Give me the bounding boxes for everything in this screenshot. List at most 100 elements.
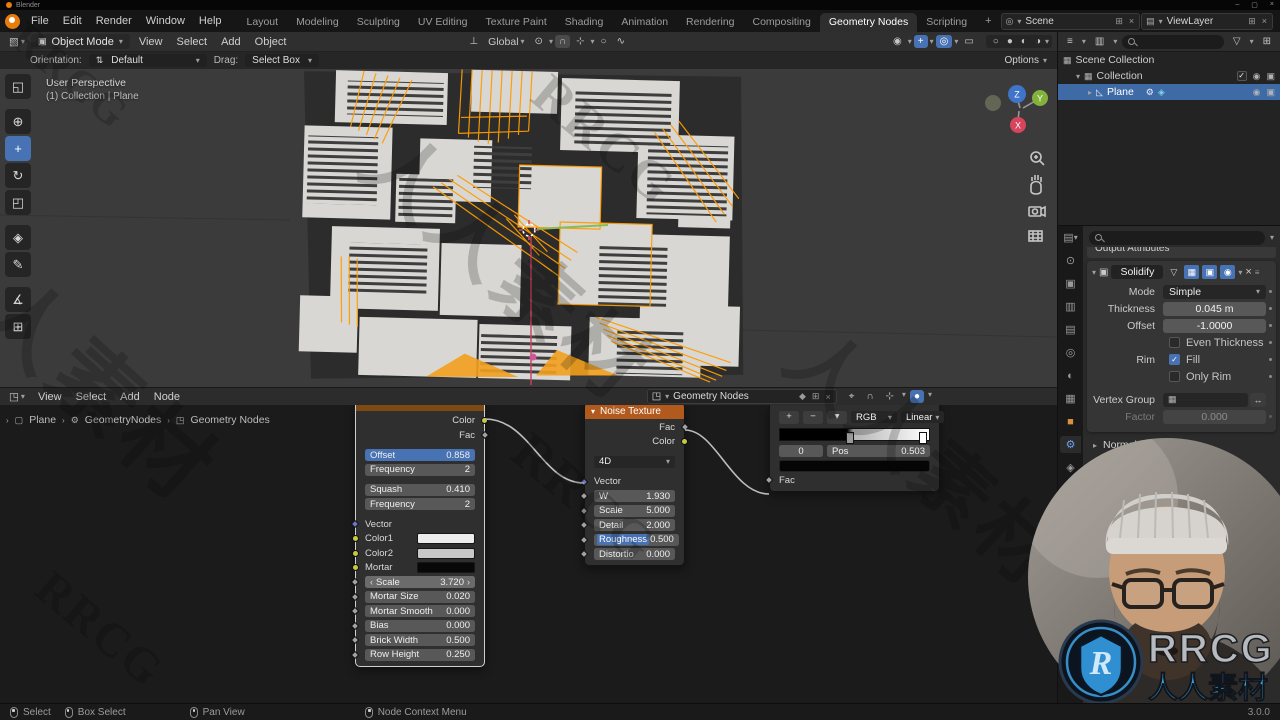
menu-item[interactable]: Edit [56, 13, 89, 29]
proportional-editing-icon[interactable]: ○ [597, 35, 611, 48]
filter-type-icon[interactable]: ▥ [1091, 35, 1108, 48]
object-visibility-icon[interactable]: ◉ [889, 35, 906, 48]
only-rim-checkbox[interactable] [1169, 371, 1180, 382]
frequency-field[interactable]: Frequency 2 [365, 463, 475, 476]
unlink-nodetree-icon[interactable]: × [824, 392, 831, 402]
3d-viewport[interactable]: User Perspective (1) Collection | Plane … [0, 69, 1057, 387]
orientation-dropdown[interactable]: ⇅ Default ▾ [88, 54, 207, 67]
menu-item[interactable]: Window [139, 13, 192, 29]
brick-texture-node[interactable]: Color Fac Offset 0.858 Frequency 2 Squash 0… [350, 405, 490, 667]
invert-vertex-group-icon[interactable]: ↔ [1250, 392, 1266, 407]
navigation-gizmo[interactable]: Z Y X [973, 81, 1053, 251]
socket-color1-input[interactable] [352, 535, 359, 542]
socket-value-input[interactable] [350, 621, 360, 630]
show-in-viewport-icon[interactable]: ▣ [1202, 265, 1218, 279]
workspace-tab[interactable]: Geometry Nodes [819, 13, 918, 32]
snap-magnet-icon[interactable]: ∩ [862, 390, 877, 403]
ramp-stop-black[interactable] [845, 431, 854, 444]
noise-node-header[interactable]: ▾ Noise Texture [585, 405, 684, 419]
transform-orientation-dropdown[interactable]: Global ▾ [484, 35, 528, 49]
close-button[interactable]: × [1270, 1, 1274, 9]
menu-item[interactable]: Select [69, 389, 114, 405]
camera-view-icon[interactable] [1028, 205, 1046, 218]
socket-distortion-input[interactable] [579, 549, 589, 559]
socket-scale-input[interactable] [350, 577, 360, 587]
even-thickness-checkbox[interactable] [1169, 337, 1180, 348]
fake-user-icon[interactable]: ◆ [798, 391, 807, 402]
new-scene-icon[interactable]: ⊞ [1114, 16, 1124, 27]
blender-logo-icon[interactable] [5, 13, 20, 29]
socket-vector-input[interactable] [579, 477, 589, 486]
tool-measure[interactable]: ∡ [5, 287, 31, 312]
frequency-field[interactable]: Frequency 2 [365, 498, 475, 510]
overlays-icon[interactable]: ⊹ [882, 390, 898, 403]
show-overlays-icon[interactable]: ◎ [935, 35, 953, 48]
stop-position-slider[interactable]: Pos 0.503 [827, 445, 930, 457]
tab-world[interactable]: ◐ [1060, 367, 1081, 384]
ramp-options-button[interactable]: ▾ [827, 410, 847, 424]
gizmo-minus-x-handle[interactable] [985, 95, 1001, 111]
socket-color-output[interactable] [481, 417, 488, 424]
color2-swatch[interactable] [417, 547, 475, 559]
mode-dropdown[interactable]: ▣ Object Mode ▾ [30, 34, 130, 49]
workspace-tab[interactable]: Compositing [744, 13, 820, 32]
tool-annotate[interactable]: ✎ [5, 252, 31, 277]
ortho-grid-icon[interactable] [1028, 230, 1043, 242]
scale-slider[interactable]: ‹ Scale 3.720 › [365, 576, 475, 588]
value-slider[interactable]: Bias 0.000 [365, 619, 475, 632]
editor-type-button[interactable]: ▧ ▾ [5, 35, 29, 49]
viewlayer-selector[interactable]: ▤ ▾ ViewLayer ⊞ × [1141, 12, 1273, 30]
distortion-slider[interactable]: Distortio 0.000 [594, 548, 675, 560]
show-in-render-icon[interactable]: ◉ [1220, 265, 1236, 279]
tool-scale[interactable]: ◰ [5, 190, 31, 215]
falloff-curve-icon[interactable]: ∿ [613, 35, 629, 48]
shading-material-icon[interactable]: ◐ [1017, 35, 1031, 48]
show-in-editmode-icon[interactable]: ▦ [1184, 265, 1200, 279]
extras-dropdown-icon[interactable]: ▾ [1238, 268, 1242, 277]
tab-tool[interactable]: ⊙ [1060, 252, 1081, 269]
roughness-slider[interactable]: Roughness 0.500 [594, 533, 679, 546]
value-slider[interactable]: Row Height 0.250 [365, 648, 475, 661]
menu-item[interactable]: File [24, 13, 56, 29]
socket-value-input[interactable] [350, 606, 360, 616]
hide-eye-icon[interactable]: ◉ [1253, 87, 1261, 98]
tool-move[interactable]: + [5, 136, 31, 161]
node-preview-icon[interactable]: ● [909, 390, 924, 403]
dimensions-dropdown[interactable]: 4D ▾ [594, 455, 675, 468]
noise-texture-node[interactable]: ▾ Noise Texture Fac Color 4D ▾ Vector W 1.9… [579, 405, 690, 566]
rim-fill-checkbox[interactable]: ✓ [1169, 354, 1180, 365]
workspace-tab[interactable]: Sculpting [348, 13, 409, 32]
stop-index-field[interactable]: 0 [779, 445, 823, 457]
socket-scale-input[interactable] [579, 506, 589, 515]
shading-wireframe-icon[interactable]: ○ [989, 35, 1003, 48]
interpolation-dropdown[interactable]: Linear ▾ [901, 411, 945, 423]
socket-value-input[interactable] [350, 635, 360, 645]
value-slider[interactable]: Brick Width 0.500 [365, 634, 475, 646]
snap-magnet-icon[interactable]: ∩ [554, 35, 571, 48]
pin-icon[interactable]: ⌖ [845, 390, 859, 403]
editor-type-button[interactable]: ▤ ▾ [1060, 229, 1081, 246]
color1-swatch[interactable] [417, 533, 475, 544]
outliner-row-scene-collection[interactable]: ▦ Scene Collection [1058, 52, 1280, 68]
new-collection-icon[interactable]: ⊞ [1259, 35, 1275, 48]
offset-field[interactable]: Offset 0.858 [365, 449, 475, 461]
socket-mortar-input[interactable] [352, 564, 359, 571]
tab-scene[interactable]: ◎ [1060, 344, 1081, 361]
detail-slider[interactable]: Detail 2.000 [594, 519, 675, 531]
offset-slider[interactable]: -1.0000 [1163, 318, 1266, 333]
socket-value-input[interactable] [350, 592, 360, 601]
tab-collection[interactable]: ▦ [1060, 390, 1081, 407]
zoom-icon[interactable] [1030, 151, 1045, 166]
hide-eye-icon[interactable]: ◉ [1253, 71, 1261, 82]
socket-value-input[interactable] [350, 650, 360, 659]
brick-node-header[interactable] [356, 405, 484, 411]
vertex-group-field[interactable]: ▦ [1163, 392, 1248, 407]
output-attributes-panel[interactable]: Output Attributes [1087, 247, 1276, 258]
menu-item[interactable]: Add [214, 34, 248, 50]
maximize-button[interactable]: ▢ [1251, 1, 1258, 9]
editor-type-button[interactable]: ◳ ▾ [5, 390, 29, 404]
workspace-tab[interactable]: Rendering [677, 13, 743, 32]
thickness-slider[interactable]: 0.045 m [1163, 301, 1266, 316]
socket-fac-output[interactable] [680, 422, 690, 432]
ramp-stop-white[interactable] [918, 431, 927, 444]
